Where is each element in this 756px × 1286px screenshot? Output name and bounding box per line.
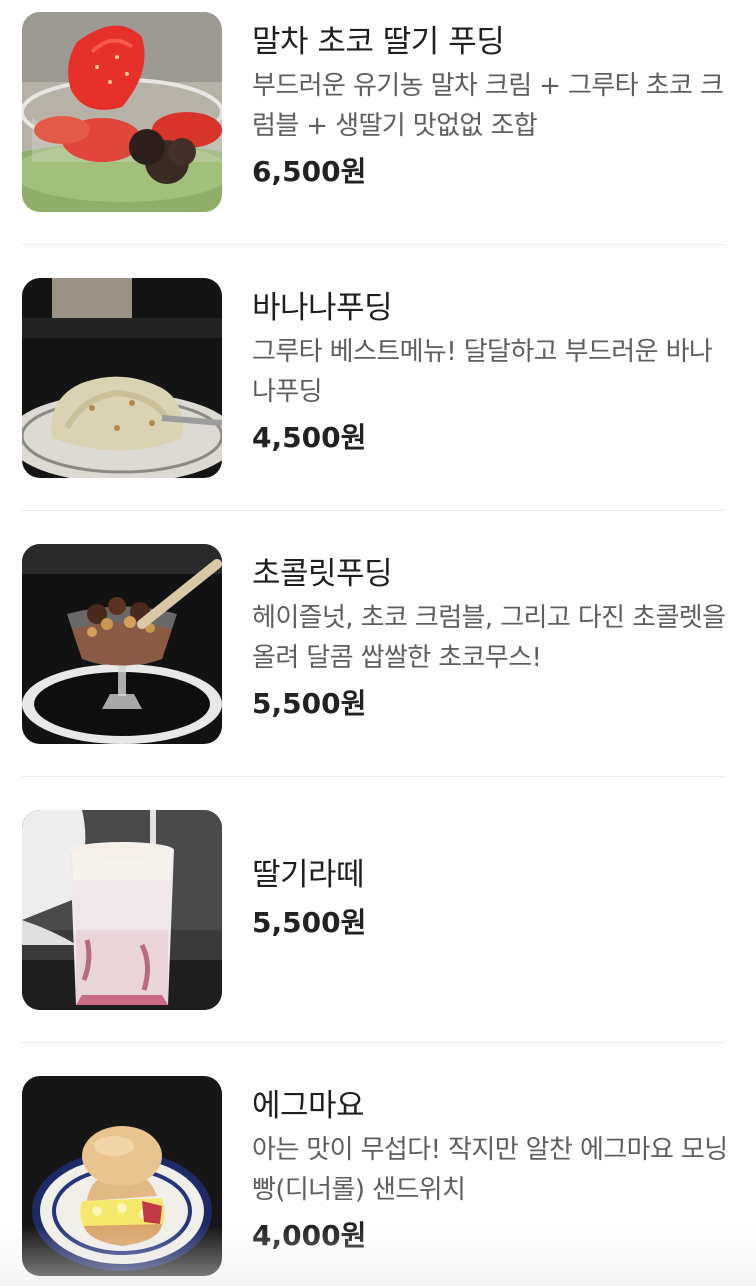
menu-item-name: 딸기라떼 — [252, 857, 365, 893]
menu-item-name: 말차 초코 딸기 푸딩 — [252, 24, 505, 60]
menu-item-info: 바나나푸딩 그루타 베스트메뉴! 달달하고 부드러운 바나나푸딩 4,500원 — [252, 286, 732, 460]
menu-item-price: 4,500원 — [252, 421, 367, 454]
strawberry-latte-photo — [22, 810, 222, 1010]
menu-item-photo — [22, 544, 222, 744]
chocolate-pudding-photo — [22, 544, 222, 744]
menu-item-photo — [22, 1076, 222, 1276]
menu-item-name: 바나나푸딩 — [252, 290, 393, 326]
menu-item-name: 에그마요 — [252, 1088, 365, 1124]
menu-item-photo — [22, 12, 222, 212]
menu-item-strawberry-latte[interactable]: 딸기라떼 5,500원 — [0, 798, 756, 1064]
menu-item-photo — [22, 810, 222, 1010]
menu-item-description: 아는 맛이 무섭다! 작지만 알찬 에그마요 모닝빵(디너롤) 샌드위치 — [252, 1135, 728, 1205]
menu-item-price: 5,500원 — [252, 687, 367, 720]
banana-pudding-photo — [22, 278, 222, 478]
menu-item-name: 초콜릿푸딩 — [252, 556, 393, 592]
menu-item-price: 5,500원 — [252, 906, 367, 939]
matcha-pudding-photo — [22, 12, 222, 212]
divider — [22, 1042, 726, 1043]
menu-item-matcha-choco-strawberry-pudding[interactable]: 말차 초코 딸기 푸딩 부드러운 유기농 말차 크림 + 그루타 초코 크럼블 … — [0, 0, 756, 266]
divider — [22, 510, 726, 511]
menu-item-chocolate-pudding[interactable]: 초콜릿푸딩 헤이즐넛, 초코 크럼블, 그리고 다진 초콜렛을 올려 달콤 쌉쌀… — [0, 532, 756, 798]
menu-item-banana-pudding[interactable]: 바나나푸딩 그루타 베스트메뉴! 달달하고 부드러운 바나나푸딩 4,500원 — [0, 266, 756, 532]
menu-item-description: 부드러운 유기농 말차 크림 + 그루타 초코 크럼블 + 생딸기 맛없없 조합 — [252, 71, 724, 141]
egg-mayo-photo — [22, 1076, 222, 1276]
menu-item-description: 헤이즐넛, 초코 크럼블, 그리고 다진 초콜렛을 올려 달콤 쌉쌀한 초코무스… — [252, 603, 726, 673]
menu-item-info: 말차 초코 딸기 푸딩 부드러운 유기농 말차 크림 + 그루타 초코 크럼블 … — [252, 20, 732, 194]
menu-item-info: 에그마요 아는 맛이 무섭다! 작지만 알찬 에그마요 모닝빵(디너롤) 샌드위… — [252, 1084, 732, 1258]
menu-list: 말차 초코 딸기 푸딩 부드러운 유기농 말차 크림 + 그루타 초코 크럼블 … — [0, 0, 756, 1286]
menu-item-photo — [22, 278, 222, 478]
menu-item-price: 4,000원 — [252, 1219, 367, 1252]
divider — [22, 776, 726, 777]
menu-item-egg-mayo[interactable]: 에그마요 아는 맛이 무섭다! 작지만 알찬 에그마요 모닝빵(디너롤) 샌드위… — [0, 1064, 756, 1286]
menu-item-description: 그루타 베스트메뉴! 달달하고 부드러운 바나나푸딩 — [252, 337, 713, 407]
menu-item-info: 초콜릿푸딩 헤이즐넛, 초코 크럼블, 그리고 다진 초콜렛을 올려 달콤 쌉쌀… — [252, 552, 732, 726]
divider — [22, 244, 726, 245]
menu-item-info: 딸기라떼 5,500원 — [252, 853, 732, 945]
menu-item-price: 6,500원 — [252, 155, 367, 188]
